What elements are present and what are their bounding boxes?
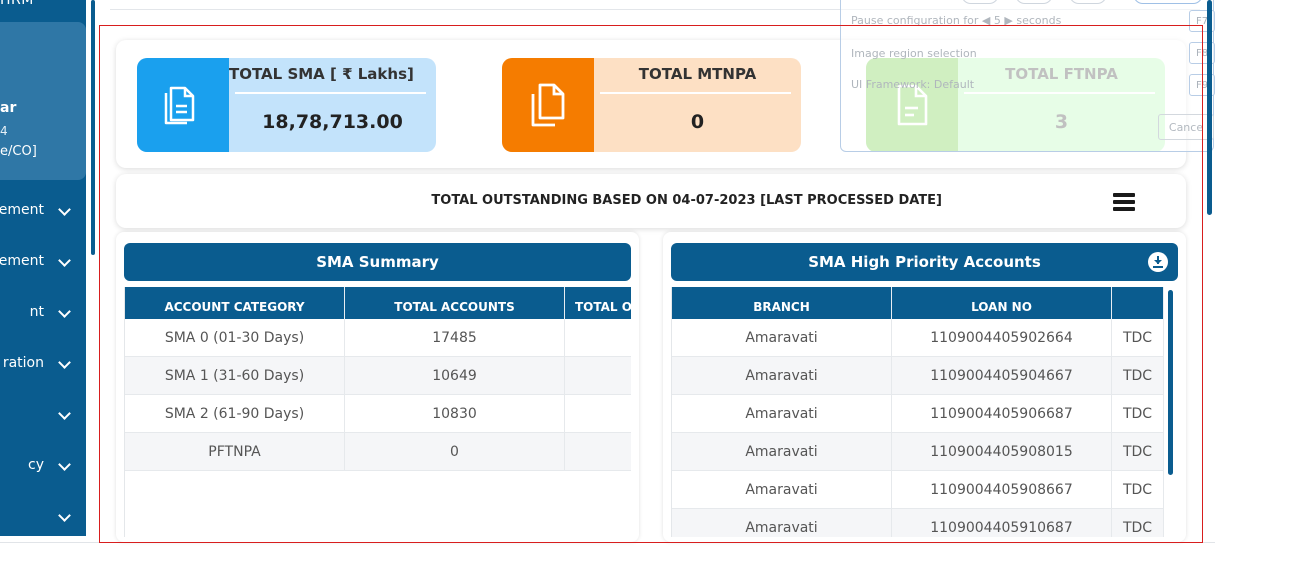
high-priority-panel: SMA High Priority Accounts BRANCH LOAN N…: [663, 232, 1186, 542]
overlay-pill: [1069, 0, 1107, 4]
table-row[interactable]: SMA 0 (01-30 Days) 17485: [125, 319, 631, 357]
chevron-down-icon: [58, 407, 71, 420]
high-priority-title: SMA High Priority Accounts: [671, 243, 1178, 281]
chevron-down-icon: [58, 254, 71, 267]
overlay-pill: [1133, 0, 1203, 4]
outstanding-bar: TOTAL OUTSTANDING BASED ON 04-07-2023 [L…: [116, 174, 1186, 228]
app-root: { "sidebar": { "logo_text": "HRM", "user…: [0, 0, 1302, 568]
chevron-down-icon: [58, 356, 71, 369]
chevron-down-icon: [58, 509, 71, 522]
sidebar-item-5[interactable]: [0, 400, 86, 430]
sidebar-item-6[interactable]: cy: [0, 451, 86, 481]
sidebar-item-1[interactable]: ement: [0, 196, 86, 226]
table-row[interactable]: Amaravati 1109004405908015 TDC: [672, 433, 1164, 471]
table-row[interactable]: Amaravati 1109004405910687 TDC: [672, 509, 1164, 537]
table-row[interactable]: PFTNPA 0: [125, 433, 631, 471]
col-total-outstanding[interactable]: TOTAL OU: [565, 287, 631, 319]
table-row[interactable]: Amaravati 1109004405908667 TDC: [672, 471, 1164, 509]
file-icon: [866, 58, 958, 152]
table-row[interactable]: Amaravati 1109004405904667 TDC: [672, 357, 1164, 395]
card-value: 18,78,713.00: [262, 111, 403, 133]
sidebar: HRM ar 4 e/CO] ement ement nt ration cy: [0, 0, 86, 536]
documents-icon: [137, 58, 229, 152]
card-value: 0: [690, 111, 705, 133]
total-mtnpa-card[interactable]: TOTAL MTNPA 0: [502, 58, 801, 152]
page-scrollbar[interactable]: [1207, 0, 1212, 215]
card-title: TOTAL FTNPA: [1005, 65, 1118, 83]
col-branch[interactable]: BRANCH: [672, 287, 892, 319]
total-sma-card[interactable]: TOTAL SMA [ ₹ Lakhs] 18,78,713.00: [137, 58, 436, 152]
sidebar-item-3[interactable]: nt: [0, 298, 86, 328]
top-divider: [110, 9, 1200, 10]
sidebar-scrollbar[interactable]: [91, 0, 95, 255]
app-logo: HRM: [0, 0, 34, 8]
chevron-down-icon: [58, 458, 71, 471]
user-id: 4: [0, 124, 8, 138]
table-row[interactable]: SMA 1 (31-60 Days) 10649: [125, 357, 631, 395]
col-total-accounts[interactable]: TOTAL ACCOUNTS: [345, 287, 565, 319]
sma-summary-panel: SMA Summary ACCOUNT CATEGORY TOTAL ACCOU…: [116, 232, 639, 542]
card-title: TOTAL SMA [ ₹ Lakhs]: [229, 65, 414, 83]
chevron-down-icon: [58, 203, 71, 216]
bottom-divider: [0, 542, 1215, 543]
user-card: ar 4 e/CO]: [0, 22, 86, 180]
overlay-pill: [961, 0, 999, 4]
card-title: TOTAL MTNPA: [638, 65, 757, 83]
card-divider: [600, 92, 791, 94]
table-scrollbar[interactable]: [1168, 290, 1173, 475]
total-ftnpa-card[interactable]: TOTAL FTNPA 3: [866, 58, 1165, 152]
table-row[interactable]: Amaravati 1109004405902664 TDC: [672, 319, 1164, 357]
sidebar-item-2[interactable]: ement: [0, 247, 86, 277]
card-divider: [964, 92, 1155, 94]
table-header: ACCOUNT CATEGORY TOTAL ACCOUNTS TOTAL OU: [125, 287, 631, 319]
table-header: BRANCH LOAN NO: [672, 287, 1164, 319]
sma-summary-title: SMA Summary: [124, 243, 631, 281]
sidebar-item-7[interactable]: [0, 502, 86, 532]
sidebar-item-4[interactable]: ration: [0, 349, 86, 379]
user-role: e/CO]: [0, 144, 37, 159]
col-loan-no[interactable]: LOAN NO: [892, 287, 1112, 319]
user-name: ar: [0, 100, 17, 116]
menu-icon[interactable]: [1113, 193, 1135, 211]
card-body: TOTAL SMA [ ₹ Lakhs] 18,78,713.00: [229, 58, 436, 152]
outstanding-text: TOTAL OUTSTANDING BASED ON 04-07-2023 [L…: [431, 193, 942, 208]
chevron-down-icon: [58, 305, 71, 318]
high-priority-table[interactable]: BRANCH LOAN NO Amaravati 110900440590266…: [671, 287, 1178, 537]
download-icon[interactable]: [1148, 252, 1168, 272]
sma-summary-table[interactable]: ACCOUNT CATEGORY TOTAL ACCOUNTS TOTAL OU…: [124, 287, 631, 537]
col-type[interactable]: [1112, 287, 1164, 319]
table-row[interactable]: SMA 2 (61-90 Days) 10830: [125, 395, 631, 433]
overlay-pill: [1015, 0, 1053, 4]
card-body: TOTAL FTNPA 3: [958, 58, 1165, 152]
copy-icon: [502, 58, 594, 152]
pause-config: Pause configuration for ◀ 5 ▶ seconds: [851, 14, 1062, 27]
col-account-category[interactable]: ACCOUNT CATEGORY: [125, 287, 345, 319]
table-row[interactable]: Amaravati 1109004405906687 TDC: [672, 395, 1164, 433]
card-body: TOTAL MTNPA 0: [594, 58, 801, 152]
card-value: 3: [1054, 111, 1069, 133]
card-divider: [235, 92, 426, 94]
